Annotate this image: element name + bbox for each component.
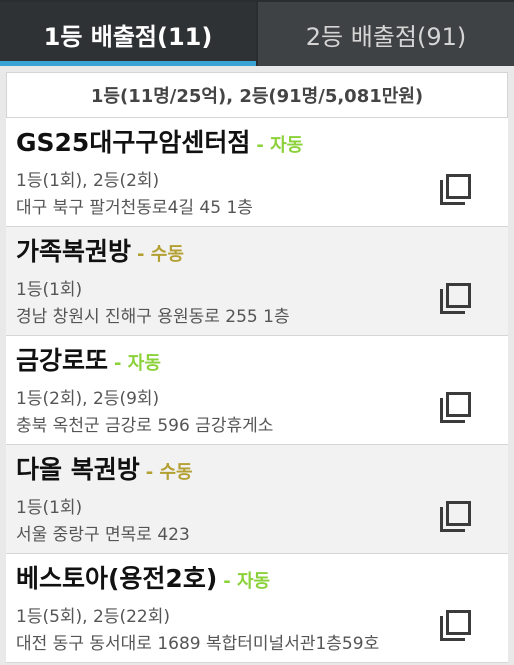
store-name: 금강로또	[16, 346, 109, 375]
copy-icon[interactable]	[440, 174, 472, 206]
store-list-item[interactable]: 가족복권방 - 수동 1등(1회) 경남 창원시 진해구 용원동로 255 1층	[6, 227, 508, 336]
purchase-method: - 자동	[223, 571, 271, 592]
store-address: 경남 창원시 진해구 용원동로 255 1층	[16, 307, 290, 327]
purchase-method: - 수동	[137, 244, 184, 265]
copy-icon[interactable]	[440, 501, 472, 533]
store-list-item[interactable]: 베스토아(용전2호) - 자동 1등(5회), 2등(22회) 대전 동구 동서대…	[6, 554, 508, 663]
store-list[interactable]: GS25대구구암센터점 - 자동 1등(1회), 2등(2회) 대구 북구 팔거천…	[6, 118, 508, 665]
store-address: 충북 옥천군 금강로 596 금강휴게소	[16, 416, 274, 436]
purchase-method: - 수동	[145, 462, 193, 483]
copy-icon-front	[446, 501, 471, 526]
store-address: 서울 중랑구 면목로 423	[16, 525, 190, 545]
store-name-row: 다올 복권방 - 수동	[16, 455, 508, 488]
store-name-row: 금강로또 - 자동	[16, 346, 508, 379]
store-name-row: 베스토아(용전2호) - 자동	[16, 564, 508, 597]
store-address: 대전 동구 동서대로 1689 복합터미널서관1층59호	[16, 634, 380, 654]
copy-icon-front	[446, 392, 471, 417]
copy-icon[interactable]	[440, 283, 472, 315]
win-count: 1등(1회)	[16, 280, 83, 300]
prize-summary: 1등(11명/25억), 2등(91명/5,081만원)	[6, 72, 508, 118]
copy-icon[interactable]	[440, 392, 472, 424]
store-name: 베스토아(용전2호)	[16, 564, 218, 593]
store-name: GS25대구구암센터점	[16, 128, 251, 157]
tab-bar: 1등 배출점(11) 2등 배출점(91)	[0, 0, 514, 66]
store-name-row: GS25대구구암센터점 - 자동	[16, 128, 508, 161]
store-name: 가족복권방	[16, 237, 132, 266]
purchase-method: - 자동	[114, 353, 161, 374]
store-address: 대구 북구 팔거천동로4길 45 1층	[16, 198, 253, 218]
store-list-item[interactable]: 금강로또 - 자동 1등(2회), 2등(9회) 충북 옥천군 금강로 596 금…	[6, 336, 508, 445]
purchase-method: - 자동	[256, 135, 304, 156]
copy-icon-front	[446, 610, 471, 635]
copy-icon-front	[446, 283, 471, 308]
copy-icon[interactable]	[440, 610, 472, 642]
tab-first-prize-stores[interactable]: 1등 배출점(11)	[0, 0, 256, 66]
copy-icon-front	[446, 174, 471, 199]
win-count: 1등(1회), 2등(2회)	[16, 171, 160, 191]
win-count: 1등(5회), 2등(22회)	[16, 607, 170, 627]
store-name-row: 가족복권방 - 수동	[16, 237, 508, 270]
store-list-item[interactable]: GS25대구구암센터점 - 자동 1등(1회), 2등(2회) 대구 북구 팔거천…	[6, 118, 508, 227]
store-list-item[interactable]: 다올 복권방 - 수동 1등(1회) 서울 중랑구 면목로 423	[6, 445, 508, 554]
tab-second-prize-stores[interactable]: 2등 배출점(91)	[256, 0, 514, 66]
win-count: 1등(1회)	[16, 498, 83, 518]
win-count: 1등(2회), 2등(9회)	[16, 389, 160, 409]
store-name: 다올 복권방	[16, 455, 140, 484]
